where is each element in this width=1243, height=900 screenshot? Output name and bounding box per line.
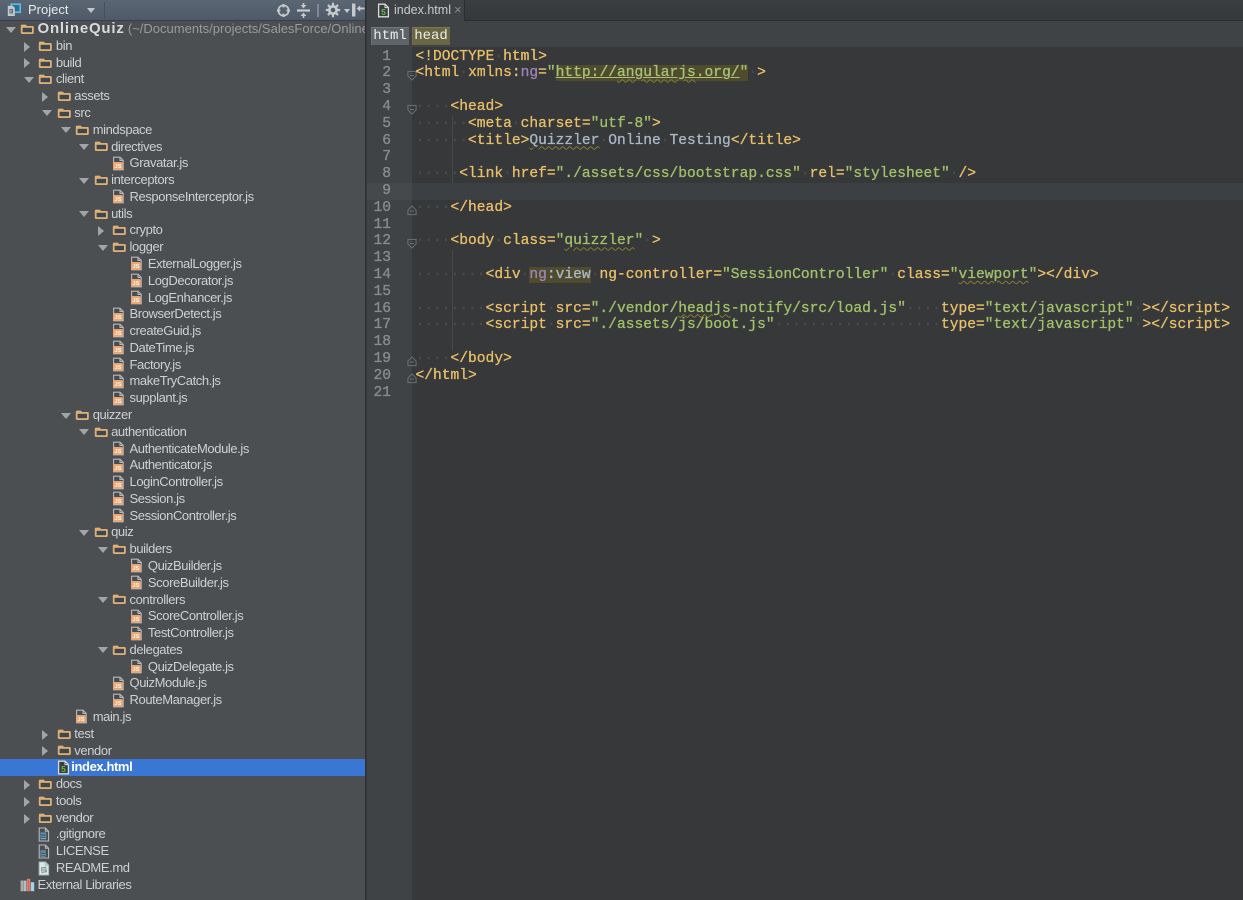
svg-text:JS: JS (133, 583, 140, 589)
svg-text:JS: JS (114, 348, 121, 354)
svg-text:JS: JS (114, 365, 121, 371)
svg-text:JS: JS (114, 449, 121, 455)
svg-text:JS: JS (114, 331, 121, 337)
svg-text:JS: JS (114, 466, 121, 472)
svg-text:5: 5 (61, 763, 66, 773)
svg-text:JS: JS (133, 634, 140, 640)
svg-text:JS: JS (133, 298, 140, 304)
svg-text:JS: JS (114, 399, 121, 405)
svg-text:JS: JS (78, 717, 85, 723)
svg-text:JS: JS (133, 264, 140, 270)
svg-text:JS: JS (133, 667, 140, 673)
svg-text:JS: JS (133, 617, 140, 623)
svg-text:JS: JS (114, 315, 121, 321)
svg-text:JS: JS (114, 701, 121, 707)
svg-text:JS: JS (114, 483, 121, 489)
svg-text:JS: JS (133, 566, 140, 572)
svg-text:JS: JS (133, 281, 140, 287)
svg-text:JS: JS (114, 197, 121, 203)
svg-text:JS: JS (114, 499, 121, 505)
svg-text:JS: JS (114, 382, 121, 388)
svg-text:JS: JS (114, 684, 121, 690)
svg-text:5: 5 (381, 7, 386, 17)
svg-text:JS: JS (114, 516, 121, 522)
svg-text:JS: JS (114, 164, 121, 170)
